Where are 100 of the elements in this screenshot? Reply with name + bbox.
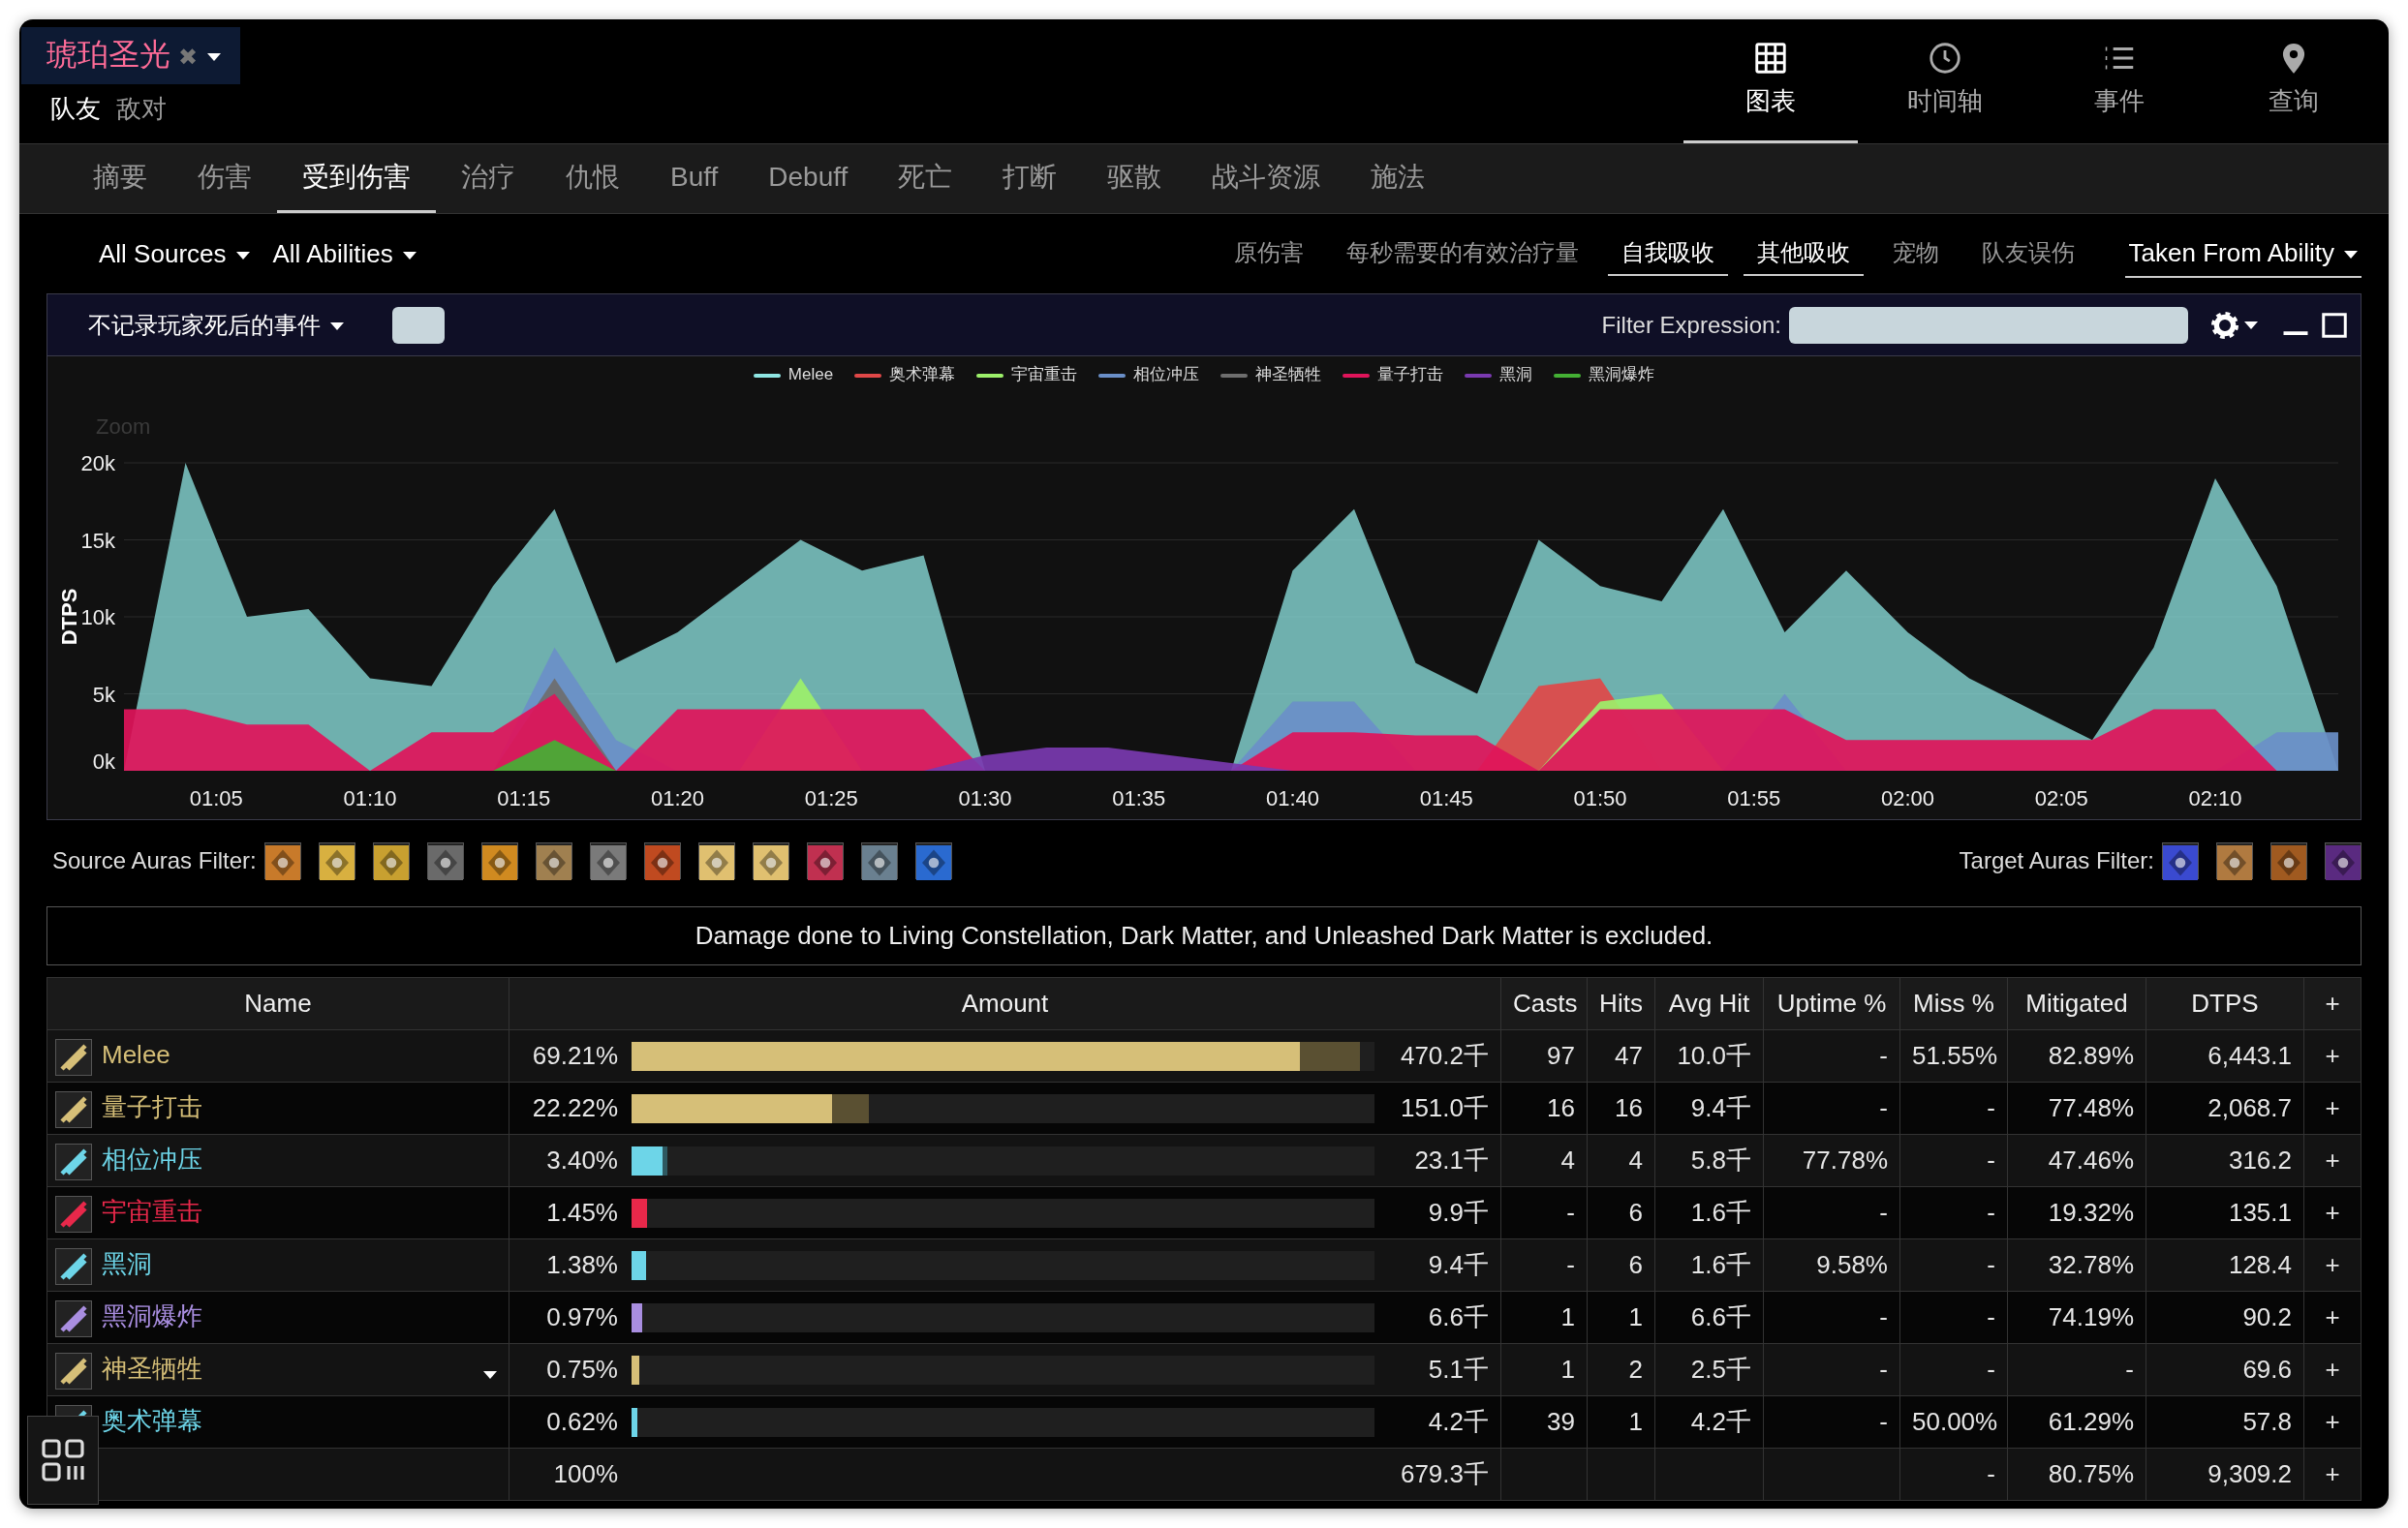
percent-text: 3.40%	[545, 1145, 618, 1177]
legend-label[interactable]: 黑洞	[1499, 365, 1533, 383]
table-cell: 1	[1587, 1291, 1655, 1344]
ability-name[interactable]: 相位冲压	[102, 1145, 202, 1175]
nav-tab[interactable]: 驱散	[1082, 144, 1188, 213]
table-cell: 9,309.2	[2146, 1448, 2304, 1501]
amount-text: 5.1千	[1427, 1354, 1489, 1386]
nav-tab[interactable]: Buff	[645, 144, 744, 213]
percent-text: 1.45%	[545, 1197, 618, 1229]
table-cell: -	[1763, 1291, 1900, 1344]
table-cell: 4	[1587, 1134, 1655, 1187]
nav-tab[interactable]: 死亡	[873, 144, 978, 213]
team-tab[interactable]: 敌对	[116, 90, 174, 128]
table-cell: 97	[1500, 1029, 1588, 1083]
view-tab[interactable]: 事件	[2032, 19, 2207, 143]
legend-label[interactable]: 宇宙重击	[1011, 365, 1078, 383]
table-cell: 5.8千	[1654, 1134, 1764, 1187]
ability-name[interactable]: 黑洞	[102, 1249, 152, 1279]
table-cell: 16	[1500, 1082, 1588, 1135]
axis-tick-label: 01:10	[343, 786, 397, 810]
table-cell: -	[1500, 1238, 1588, 1292]
legend-label[interactable]: 相位冲压	[1133, 365, 1200, 383]
nav-tab[interactable]: 打断	[977, 144, 1083, 213]
ability-name[interactable]: Melee	[102, 1040, 170, 1070]
character-dropdown[interactable]: 琥珀圣光 ✖	[21, 27, 241, 84]
axis-tick-label: 01:20	[650, 786, 705, 810]
axis-tick-label: 02:00	[1880, 786, 1935, 810]
filter-dropdown[interactable]: All Sources	[79, 234, 269, 273]
filter-label: Target Auras Filter:	[1959, 846, 2154, 875]
axis-tick-label: 01:40	[1265, 786, 1320, 810]
legend-label[interactable]: 神圣牺牲	[1255, 365, 1322, 383]
expand-button[interactable]: +	[2303, 1134, 2362, 1187]
view-tab[interactable]: 查询	[2207, 19, 2381, 143]
amount-text: 151.0千	[1399, 1092, 1489, 1124]
column-header: Amount	[509, 977, 1501, 1030]
table-cell: 80.75%	[2007, 1448, 2146, 1501]
legend-label[interactable]: 奥术弹幕	[889, 365, 956, 383]
filter-toggle[interactable]: 原伤害	[1219, 231, 1317, 276]
table-cell: 316.2	[2146, 1134, 2304, 1187]
nav-tab[interactable]: 治疗	[436, 144, 540, 213]
table-cell: 16	[1587, 1082, 1655, 1135]
nav-tab[interactable]: 伤害	[172, 144, 277, 213]
ability-name[interactable]: 宇宙重击	[102, 1197, 202, 1227]
axis-tick-label: 02:05	[2034, 786, 2088, 810]
table-cell: -	[1899, 1448, 2008, 1501]
view-tab[interactable]: 时间轴	[1858, 19, 2032, 143]
filter-toggle[interactable]: 其他吸收	[1743, 231, 1864, 276]
filter-toggle[interactable]: 自我吸收	[1607, 231, 1728, 276]
team-tab[interactable]: 队友	[50, 90, 108, 128]
expand-button[interactable]: +	[2303, 1448, 2362, 1501]
nav-tab[interactable]: 仇恨	[540, 144, 645, 213]
expand-button[interactable]: +	[2303, 1238, 2362, 1292]
remove-icon[interactable]: ✖	[178, 44, 199, 70]
nav-tab[interactable]: 受到伤害	[277, 144, 436, 213]
column-header: Name	[46, 977, 509, 1030]
nav-tab[interactable]: 战斗资源	[1187, 144, 1346, 213]
table-cell: -	[1763, 1186, 1900, 1239]
column-header: Hits	[1587, 977, 1655, 1030]
table-cell: 135.1	[2146, 1186, 2304, 1239]
table-cell: 74.19%	[2007, 1291, 2146, 1344]
ability-name[interactable]: 量子打击	[102, 1092, 202, 1122]
table-cell: -	[2007, 1343, 2146, 1396]
expand-button[interactable]: +	[2303, 1029, 2362, 1083]
table-cell: -	[1899, 1291, 2008, 1344]
nav-tab[interactable]: 摘要	[74, 144, 172, 213]
filter-toggle[interactable]: 每秒需要的有效治疗量	[1332, 231, 1592, 276]
table-cell: 9.4千	[1654, 1082, 1764, 1135]
filter-toggle[interactable]: 队友误伤	[1967, 231, 2088, 276]
table-cell: 90.2	[2146, 1291, 2304, 1344]
table-cell: 51.55%	[1899, 1029, 2008, 1083]
table-cell: -	[1899, 1082, 2008, 1135]
table-cell: 77.78%	[1763, 1134, 1900, 1187]
expand-button[interactable]: +	[2303, 1343, 2362, 1396]
filter-dropdown[interactable]: All Abilities	[268, 234, 436, 273]
nav-tab[interactable]: Debuff	[743, 144, 874, 213]
table-cell: 1	[1587, 1395, 1655, 1449]
table-cell: 6	[1587, 1186, 1655, 1239]
expand-button[interactable]: +	[2303, 1082, 2362, 1135]
ability-name[interactable]: 奥术弹幕	[102, 1406, 202, 1436]
mode-dropdown[interactable]: Taken From Ability	[2124, 229, 2362, 278]
death-filter-dropdown[interactable]: 不记录玩家死后的事件	[82, 306, 350, 344]
legend-label[interactable]: 黑洞爆炸	[1589, 365, 1655, 383]
expand-button[interactable]: +	[2303, 1291, 2362, 1344]
column-header: Miss %	[1899, 977, 2008, 1030]
axis-tick-label: 01:35	[1112, 786, 1166, 810]
nav-tab[interactable]: 施法	[1345, 144, 1451, 213]
axis-tick-label: 01:45	[1419, 786, 1473, 810]
ability-name[interactable]: 神圣牺牲	[102, 1354, 202, 1384]
column-header: Avg Hit	[1654, 977, 1764, 1030]
table-cell: -	[1899, 1343, 2008, 1396]
column-header: Casts	[1500, 977, 1588, 1030]
column-header: Mitigated	[2007, 977, 2146, 1030]
ability-name[interactable]: 黑洞爆炸	[102, 1301, 202, 1331]
expand-button[interactable]: +	[2303, 1395, 2362, 1449]
legend-label[interactable]: Melee	[787, 365, 834, 383]
filter-toggle[interactable]: 宠物	[1878, 231, 1953, 276]
table-cell: 1.6千	[1654, 1186, 1764, 1239]
legend-label[interactable]: 量子打击	[1377, 365, 1444, 383]
percent-text: 1.38%	[545, 1249, 618, 1281]
expand-button[interactable]: +	[2303, 1186, 2362, 1239]
